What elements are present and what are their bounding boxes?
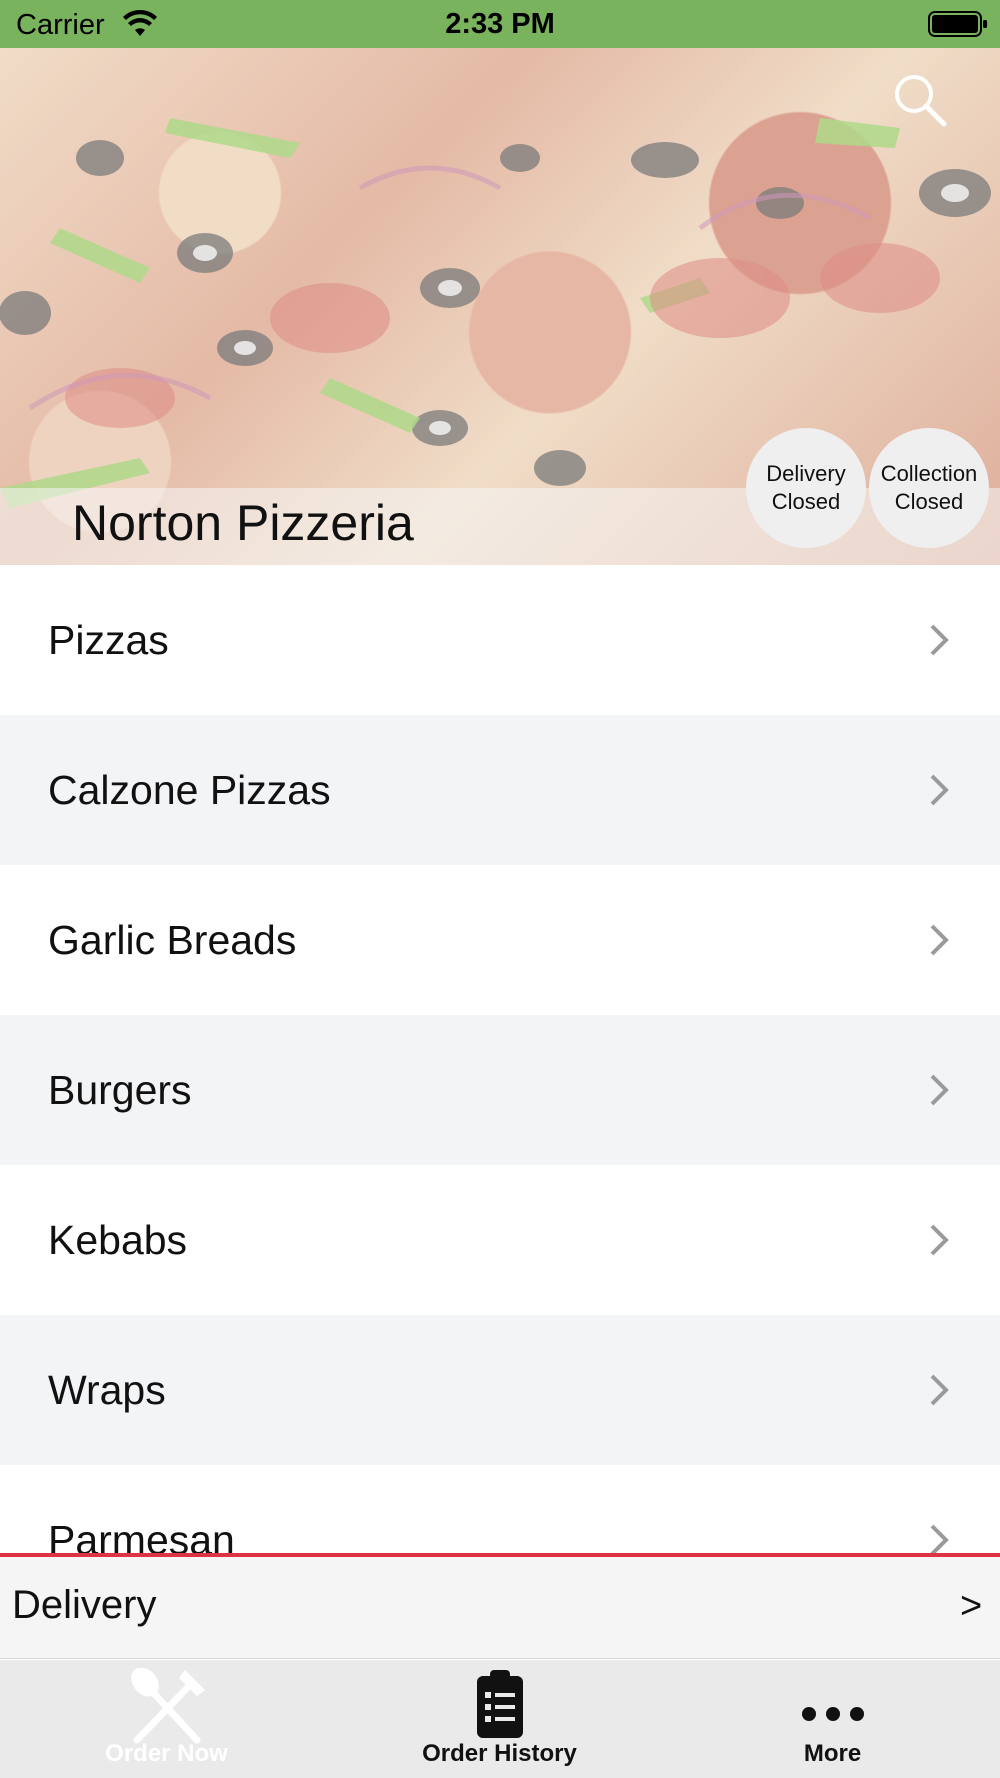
category-label: Calzone Pizzas [48,766,331,813]
tab-bar: Order Now Order History More [0,1660,1000,1778]
category-label: Pizzas [48,616,169,663]
delivery-status-badge: Delivery Closed [746,428,866,548]
category-label: Parmesan [48,1516,235,1556]
battery-icon [928,11,987,37]
collection-status-title: Collection [880,461,978,486]
hero-banner: Norton Pizzeria Delivery Closed Collecti… [0,48,1000,565]
chevron-right-icon [930,1524,949,1555]
chevron-right-icon [930,924,949,956]
tab-order-now[interactable]: Order Now [0,1660,333,1778]
delivery-status-value: Closed [771,489,841,514]
category-row-calzone-pizzas[interactable]: Calzone Pizzas [0,715,1000,865]
order-type-bar[interactable]: Delivery > [0,1557,1000,1659]
order-type-arrow: > [960,1585,983,1627]
tab-label: Order History [422,1740,577,1767]
category-label: Garlic Breads [48,916,297,963]
chevron-right-icon [930,774,949,806]
tab-label: Order Now [105,1740,228,1767]
category-list: Pizzas Calzone Pizzas Garlic Breads Burg… [0,565,1000,1555]
category-row-wraps[interactable]: Wraps [0,1315,1000,1465]
tab-more[interactable]: More [666,1660,999,1778]
store-name: Norton Pizzeria [72,495,414,551]
fork-knife-icon [130,1668,205,1744]
chevron-right-icon [930,1074,949,1106]
status-time: 2:33 PM [445,8,555,40]
category-row-garlic-breads[interactable]: Garlic Breads [0,865,1000,1015]
category-label: Kebabs [48,1216,188,1263]
category-row-kebabs[interactable]: Kebabs [0,1165,1000,1315]
chevron-right-icon [930,624,949,656]
clipboard-list-icon [476,1670,523,1738]
chevron-right-icon [930,1374,949,1406]
chevron-right-icon [930,1224,949,1256]
category-label: Wraps [48,1366,166,1413]
order-type-label: Delivery [12,1583,157,1627]
collection-status-value: Closed [894,489,964,514]
category-row-parmesan[interactable]: Parmesan [0,1465,1000,1555]
tab-label: More [803,1740,862,1767]
category-label: Burgers [48,1066,192,1113]
category-row-burgers[interactable]: Burgers [0,1015,1000,1165]
ellipsis-icon [801,1707,864,1721]
category-row-pizzas[interactable]: Pizzas [0,565,1000,715]
status-bar: Carrier 2:33 PM [0,0,1000,48]
tab-order-history[interactable]: Order History [333,1660,666,1778]
delivery-status-title: Delivery [766,461,846,486]
search-icon[interactable] [892,72,948,128]
collection-status-badge: Collection Closed [869,428,989,548]
